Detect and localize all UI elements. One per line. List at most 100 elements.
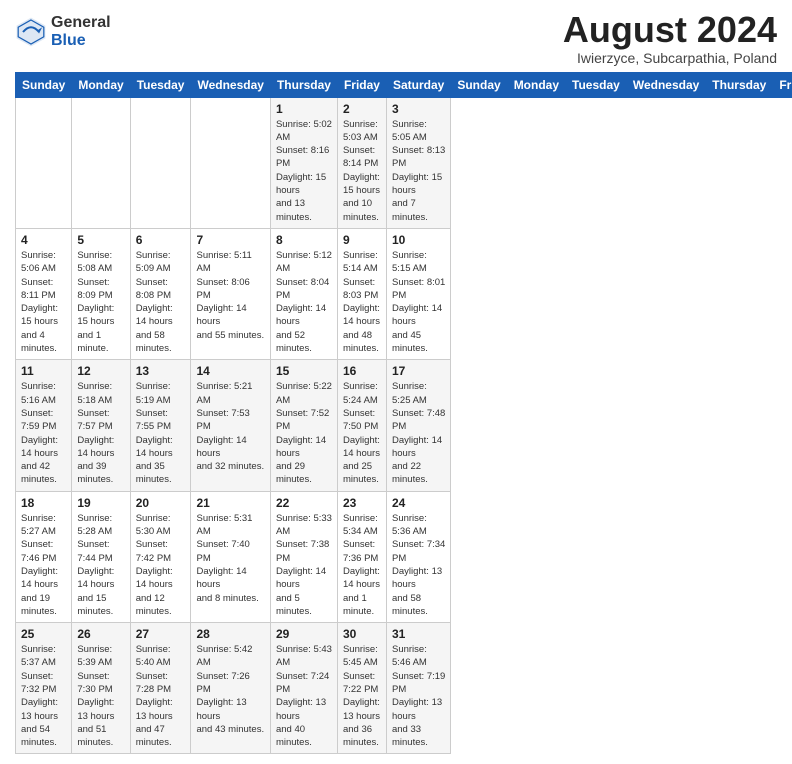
calendar-cell: 10Sunrise: 5:15 AM Sunset: 8:01 PM Dayli… bbox=[386, 228, 450, 359]
calendar-cell bbox=[72, 97, 130, 228]
day-info: Sunrise: 5:34 AM Sunset: 7:36 PM Dayligh… bbox=[343, 512, 381, 618]
calendar-cell: 24 Sunrise: 5:36 AM Sunset: 7:34 PM Dayli… bbox=[386, 491, 450, 622]
day-info: Sunrise: 5:02 AM Sunset: 8:16 PM Dayligh… bbox=[276, 118, 332, 224]
calendar-week-3: 11Sunrise: 5:16 AM Sunset: 7:59 PM Dayli… bbox=[16, 360, 792, 491]
day-info: Sunrise: 5:40 AM Sunset: 7:28 PM Dayligh… bbox=[136, 643, 186, 749]
calendar-cell: 5 Sunrise: 5:08 AM Sunset: 8:09 PM Daylig… bbox=[72, 228, 130, 359]
day-number: 28 bbox=[196, 627, 264, 641]
weekday-header-monday: Monday bbox=[507, 72, 565, 97]
day-info: Sunrise: 5:42 AM Sunset: 7:26 PM Dayligh… bbox=[196, 643, 264, 736]
day-info: Sunrise: 5:14 AM Sunset: 8:03 PM Dayligh… bbox=[343, 249, 381, 355]
day-info: Sunrise: 5:11 AM Sunset: 8:06 PM Dayligh… bbox=[196, 249, 264, 342]
weekday-header-wednesday: Wednesday bbox=[626, 72, 705, 97]
calendar-cell: 19 Sunrise: 5:28 AM Sunset: 7:44 PM Dayli… bbox=[72, 491, 130, 622]
calendar-cell: 21Sunrise: 5:31 AM Sunset: 7:40 PM Dayli… bbox=[191, 491, 270, 622]
logo-icon bbox=[15, 16, 47, 48]
calendar-cell: 22 Sunrise: 5:33 AM Sunset: 7:38 PM Dayli… bbox=[270, 491, 337, 622]
weekday-header-friday: Friday bbox=[773, 72, 792, 97]
day-number: 22 bbox=[276, 496, 332, 510]
day-number: 18 bbox=[21, 496, 66, 510]
calendar-cell: 18 Sunrise: 5:27 AM Sunset: 7:46 PM Dayli… bbox=[16, 491, 72, 622]
logo: General Blue bbox=[15, 14, 111, 49]
day-number: 16 bbox=[343, 364, 381, 378]
day-info: Sunrise: 5:43 AM Sunset: 7:24 PM Dayligh… bbox=[276, 643, 332, 749]
day-info: Sunrise: 5:36 AM Sunset: 7:34 PM Dayligh… bbox=[392, 512, 445, 618]
day-info: Sunrise: 5:21 AM Sunset: 7:53 PM Dayligh… bbox=[196, 380, 264, 473]
calendar-cell: 8 Sunrise: 5:12 AM Sunset: 8:04 PM Daylig… bbox=[270, 228, 337, 359]
calendar-cell: 4 Sunrise: 5:06 AM Sunset: 8:11 PM Daylig… bbox=[16, 228, 72, 359]
day-number: 17 bbox=[392, 364, 445, 378]
calendar-cell: 7Sunrise: 5:11 AM Sunset: 8:06 PM Daylig… bbox=[191, 228, 270, 359]
calendar-cell: 13 Sunrise: 5:19 AM Sunset: 7:55 PM Dayli… bbox=[130, 360, 191, 491]
day-info: Sunrise: 5:28 AM Sunset: 7:44 PM Dayligh… bbox=[77, 512, 124, 618]
day-info: Sunrise: 5:08 AM Sunset: 8:09 PM Dayligh… bbox=[77, 249, 124, 355]
weekday-header-tuesday: Tuesday bbox=[566, 72, 627, 97]
day-info: Sunrise: 5:37 AM Sunset: 7:32 PM Dayligh… bbox=[21, 643, 66, 749]
calendar-cell: 27 Sunrise: 5:40 AM Sunset: 7:28 PM Dayli… bbox=[130, 623, 191, 754]
calendar-week-4: 18 Sunrise: 5:27 AM Sunset: 7:46 PM Dayli… bbox=[16, 491, 792, 622]
day-number: 26 bbox=[77, 627, 124, 641]
day-info: Sunrise: 5:25 AM Sunset: 7:48 PM Dayligh… bbox=[392, 380, 445, 486]
day-info: Sunrise: 5:06 AM Sunset: 8:11 PM Dayligh… bbox=[21, 249, 66, 355]
calendar-header-row: SundayMondayTuesdayWednesdayThursdayFrid… bbox=[16, 72, 792, 97]
day-number: 4 bbox=[21, 233, 66, 247]
weekday-header-wednesday: Wednesday bbox=[191, 72, 270, 97]
day-info: Sunrise: 5:12 AM Sunset: 8:04 PM Dayligh… bbox=[276, 249, 332, 355]
calendar-table: SundayMondayTuesdayWednesdayThursdayFrid… bbox=[15, 72, 792, 755]
day-info: Sunrise: 5:18 AM Sunset: 7:57 PM Dayligh… bbox=[77, 380, 124, 486]
day-number: 2 bbox=[343, 102, 381, 116]
day-info: Sunrise: 5:19 AM Sunset: 7:55 PM Dayligh… bbox=[136, 380, 186, 486]
day-number: 6 bbox=[136, 233, 186, 247]
calendar-cell: 3Sunrise: 5:05 AM Sunset: 8:13 PM Daylig… bbox=[386, 97, 450, 228]
calendar-cell: 26 Sunrise: 5:39 AM Sunset: 7:30 PM Dayli… bbox=[72, 623, 130, 754]
weekday-header-thursday: Thursday bbox=[270, 72, 337, 97]
calendar-cell: 1Sunrise: 5:02 AM Sunset: 8:16 PM Daylig… bbox=[270, 97, 337, 228]
weekday-header-thursday: Thursday bbox=[706, 72, 773, 97]
calendar-cell bbox=[16, 97, 72, 228]
day-number: 23 bbox=[343, 496, 381, 510]
day-info: Sunrise: 5:27 AM Sunset: 7:46 PM Dayligh… bbox=[21, 512, 66, 618]
day-info: Sunrise: 5:16 AM Sunset: 7:59 PM Dayligh… bbox=[21, 380, 66, 486]
day-info: Sunrise: 5:03 AM Sunset: 8:14 PM Dayligh… bbox=[343, 118, 381, 224]
day-number: 8 bbox=[276, 233, 332, 247]
day-number: 13 bbox=[136, 364, 186, 378]
weekday-header-monday: Monday bbox=[72, 72, 130, 97]
calendar-cell: 2 Sunrise: 5:03 AM Sunset: 8:14 PM Daylig… bbox=[337, 97, 386, 228]
calendar-cell: 23 Sunrise: 5:34 AM Sunset: 7:36 PM Dayli… bbox=[337, 491, 386, 622]
calendar-cell: 14Sunrise: 5:21 AM Sunset: 7:53 PM Dayli… bbox=[191, 360, 270, 491]
day-info: Sunrise: 5:45 AM Sunset: 7:22 PM Dayligh… bbox=[343, 643, 381, 749]
day-info: Sunrise: 5:30 AM Sunset: 7:42 PM Dayligh… bbox=[136, 512, 186, 618]
day-number: 21 bbox=[196, 496, 264, 510]
day-number: 29 bbox=[276, 627, 332, 641]
day-number: 24 bbox=[392, 496, 445, 510]
weekday-header-sunday: Sunday bbox=[451, 72, 507, 97]
day-info: Sunrise: 5:33 AM Sunset: 7:38 PM Dayligh… bbox=[276, 512, 332, 618]
calendar-cell: 29 Sunrise: 5:43 AM Sunset: 7:24 PM Dayli… bbox=[270, 623, 337, 754]
calendar-cell bbox=[130, 97, 191, 228]
weekday-header-tuesday: Tuesday bbox=[130, 72, 191, 97]
day-number: 27 bbox=[136, 627, 186, 641]
month-year-title: August 2024 bbox=[563, 10, 777, 50]
calendar-cell: 9Sunrise: 5:14 AM Sunset: 8:03 PM Daylig… bbox=[337, 228, 386, 359]
calendar-cell bbox=[191, 97, 270, 228]
location-subtitle: Iwierzyce, Subcarpathia, Poland bbox=[563, 50, 777, 66]
day-info: Sunrise: 5:39 AM Sunset: 7:30 PM Dayligh… bbox=[77, 643, 124, 749]
day-number: 19 bbox=[77, 496, 124, 510]
day-number: 20 bbox=[136, 496, 186, 510]
day-number: 25 bbox=[21, 627, 66, 641]
calendar-cell: 6 Sunrise: 5:09 AM Sunset: 8:08 PM Daylig… bbox=[130, 228, 191, 359]
calendar-cell: 20 Sunrise: 5:30 AM Sunset: 7:42 PM Dayli… bbox=[130, 491, 191, 622]
day-number: 3 bbox=[392, 102, 445, 116]
day-info: Sunrise: 5:24 AM Sunset: 7:50 PM Dayligh… bbox=[343, 380, 381, 486]
logo-general: General bbox=[51, 14, 111, 32]
calendar-week-2: 4 Sunrise: 5:06 AM Sunset: 8:11 PM Daylig… bbox=[16, 228, 792, 359]
title-block: August 2024 Iwierzyce, Subcarpathia, Pol… bbox=[563, 10, 777, 66]
day-number: 5 bbox=[77, 233, 124, 247]
day-number: 12 bbox=[77, 364, 124, 378]
calendar-week-5: 25 Sunrise: 5:37 AM Sunset: 7:32 PM Dayli… bbox=[16, 623, 792, 754]
day-info: Sunrise: 5:46 AM Sunset: 7:19 PM Dayligh… bbox=[392, 643, 445, 749]
calendar-cell: 30Sunrise: 5:45 AM Sunset: 7:22 PM Dayli… bbox=[337, 623, 386, 754]
day-info: Sunrise: 5:09 AM Sunset: 8:08 PM Dayligh… bbox=[136, 249, 186, 355]
calendar-cell: 11Sunrise: 5:16 AM Sunset: 7:59 PM Dayli… bbox=[16, 360, 72, 491]
weekday-header-saturday: Saturday bbox=[386, 72, 450, 97]
